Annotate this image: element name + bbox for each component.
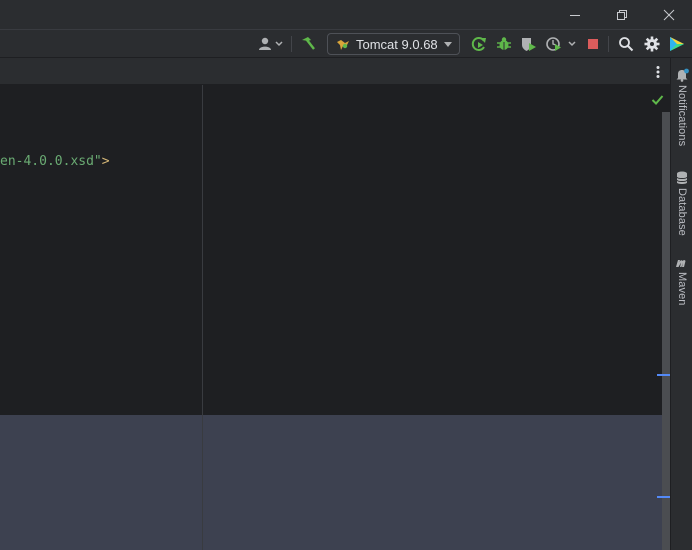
minimize-button[interactable] xyxy=(552,0,598,29)
title-bar xyxy=(0,0,692,29)
settings-gear-icon xyxy=(644,36,660,52)
checkmark-icon xyxy=(651,95,664,105)
code-editor[interactable]: en-4.0.0.xsd"> xyxy=(0,85,662,550)
right-margin-guide xyxy=(202,85,203,550)
ide-logo[interactable] xyxy=(667,34,687,54)
close-icon xyxy=(663,9,675,20)
tool-window-label: Maven xyxy=(676,272,688,306)
chevron-down-icon xyxy=(444,42,452,47)
user-icon xyxy=(259,37,283,50)
code-string: en-4.0.0.xsd" xyxy=(0,154,102,169)
vertical-scrollbar-thumb[interactable] xyxy=(662,112,670,550)
search-everywhere-button[interactable] xyxy=(616,34,636,54)
run-config-label: Tomcat 9.0.68 xyxy=(356,36,438,52)
bell-icon xyxy=(676,68,689,82)
scroll-marker[interactable] xyxy=(657,496,670,498)
profile-button[interactable] xyxy=(544,34,580,54)
database-icon xyxy=(676,171,688,184)
code-line: en-4.0.0.xsd"> xyxy=(0,154,110,169)
stop-icon xyxy=(588,39,598,49)
build-button[interactable] xyxy=(298,34,318,54)
build-hammer-icon xyxy=(302,37,315,50)
tool-window-notifications[interactable]: Notifications xyxy=(671,68,692,146)
rerun-icon xyxy=(471,37,486,51)
toolbar-separator xyxy=(291,36,292,52)
close-window-button[interactable] xyxy=(646,0,692,29)
tool-window-label: Database xyxy=(676,188,688,236)
more-tabs-button[interactable] xyxy=(652,64,664,83)
run-configuration-selector[interactable]: Tomcat 9.0.68 xyxy=(327,33,460,55)
restore-button[interactable] xyxy=(599,0,645,29)
more-vertical-icon xyxy=(656,66,660,78)
restore-icon xyxy=(617,9,627,20)
toolbar-separator xyxy=(608,36,609,52)
coverage-icon xyxy=(522,38,536,51)
debug-bug-icon xyxy=(497,37,511,50)
rerun-button[interactable] xyxy=(469,34,489,54)
search-icon xyxy=(619,37,634,52)
account-button[interactable] xyxy=(256,34,286,54)
jetbrains-logo xyxy=(670,37,684,51)
stop-button[interactable] xyxy=(584,34,602,54)
minimize-icon xyxy=(570,14,580,16)
selected-text-region xyxy=(0,415,662,550)
editor-content-area xyxy=(0,85,662,415)
main-toolbar: Tomcat 9.0.68 xyxy=(0,29,692,58)
settings-button[interactable] xyxy=(642,34,662,54)
right-tool-window-bar: Notifications Database Maven xyxy=(670,58,692,550)
coverage-button[interactable] xyxy=(519,34,539,54)
maven-icon xyxy=(676,260,686,267)
tomcat-icon xyxy=(337,40,349,50)
inspection-status[interactable] xyxy=(651,91,664,110)
scroll-marker[interactable] xyxy=(657,374,670,376)
tool-window-label: Notifications xyxy=(676,85,688,147)
debug-button[interactable] xyxy=(494,34,514,54)
editor-tab-strip xyxy=(0,58,670,85)
tool-window-maven[interactable]: Maven xyxy=(671,257,692,306)
profile-icon xyxy=(546,37,576,51)
tool-window-database[interactable]: Database xyxy=(671,171,692,236)
code-tag-end: > xyxy=(101,154,110,169)
